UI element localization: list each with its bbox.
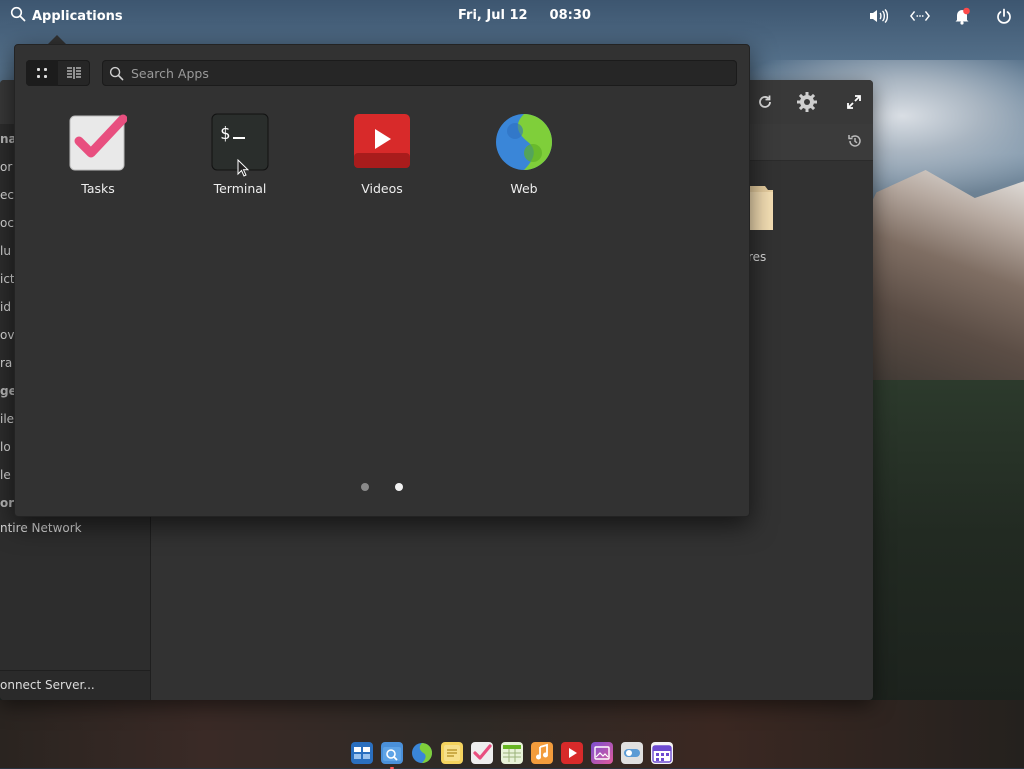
app-tasks[interactable]: Tasks — [43, 113, 153, 201]
connect-server-label: onnect Server... — [0, 678, 95, 692]
power-icon[interactable] — [994, 7, 1014, 25]
volume-icon[interactable] — [868, 7, 888, 25]
sidebar-item[interactable]: oc — [0, 216, 14, 230]
sidebar-item[interactable]: ra — [0, 356, 12, 370]
sidebar-item[interactable]: ov — [0, 328, 14, 342]
grid-icon — [37, 68, 47, 78]
web-browser-icon — [495, 113, 553, 171]
settings-icon[interactable] — [621, 742, 643, 764]
sidebar-item[interactable]: ntire Network — [0, 521, 82, 535]
dock — [340, 738, 684, 769]
sidebar-item[interactable]: ec — [0, 188, 14, 202]
search-input[interactable] — [131, 65, 721, 81]
app-terminal[interactable]: $ Terminal — [185, 113, 295, 201]
videos-icon — [353, 113, 411, 171]
network-icon[interactable] — [910, 7, 930, 25]
web-browser-icon[interactable] — [411, 742, 433, 764]
sidebar-item[interactable]: or — [0, 160, 12, 174]
applications-button[interactable]: Applications — [10, 6, 123, 26]
sidebar-item[interactable]: ile — [0, 412, 14, 426]
svg-text:$: $ — [220, 124, 230, 144]
page-dot-1[interactable] — [361, 483, 369, 491]
tasks-icon — [69, 113, 128, 171]
gear-icon[interactable] — [794, 90, 820, 114]
search-field[interactable] — [102, 60, 737, 86]
mouse-cursor-icon — [237, 158, 250, 177]
videos-icon[interactable] — [561, 742, 583, 764]
grid-view-button[interactable] — [26, 60, 58, 86]
multitasking-view-icon[interactable] — [351, 742, 373, 764]
app-web[interactable]: Web — [469, 113, 579, 201]
applications-menu: Tasks $ Terminal Videos Web — [14, 44, 750, 517]
sidebar-item[interactable]: le — [0, 468, 11, 482]
app-videos[interactable]: Videos — [327, 113, 437, 201]
view-mode-switcher — [26, 60, 90, 86]
date-time-indicator[interactable]: Fri, Jul 12 08:30 — [458, 8, 591, 23]
connect-server-button[interactable]: onnect Server... — [0, 670, 150, 700]
notifications-icon[interactable] — [952, 7, 972, 25]
indicator-area — [868, 7, 1014, 25]
sidebar-item[interactable]: lo — [0, 440, 11, 454]
sidebar-item[interactable]: id — [0, 300, 11, 314]
notes-icon[interactable] — [441, 742, 463, 764]
calendar-icon[interactable] — [651, 742, 673, 764]
maximize-icon[interactable] — [841, 90, 867, 114]
folder-label: res — [748, 250, 767, 264]
folder-icon[interactable] — [747, 186, 773, 230]
history-icon[interactable] — [847, 133, 863, 153]
sidebar-item[interactable]: lu — [0, 244, 11, 258]
category-view-button[interactable] — [58, 60, 90, 86]
search-icon — [10, 6, 26, 26]
date-label: Fri, Jul 12 — [458, 8, 528, 23]
page-dot-2[interactable] — [395, 483, 403, 491]
photos-icon[interactable] — [591, 742, 613, 764]
tasks-icon[interactable] — [471, 742, 493, 764]
files-icon[interactable] — [381, 742, 403, 769]
app-label: Terminal — [213, 181, 267, 196]
app-label: Tasks — [81, 181, 115, 196]
app-label: Videos — [361, 181, 403, 196]
popover-arrow — [48, 35, 66, 44]
music-icon[interactable] — [531, 742, 553, 764]
time-label: 08:30 — [549, 8, 591, 23]
search-icon — [109, 66, 124, 81]
page-indicator — [15, 483, 749, 491]
app-label: Web — [510, 181, 538, 196]
sidebar-item[interactable]: ict — [0, 272, 15, 286]
applications-label: Applications — [32, 8, 123, 24]
spreadsheet-icon[interactable] — [501, 742, 523, 764]
top-panel: Applications Fri, Jul 12 08:30 — [0, 0, 1024, 32]
category-list-icon — [67, 67, 81, 79]
reload-icon[interactable] — [752, 90, 778, 114]
